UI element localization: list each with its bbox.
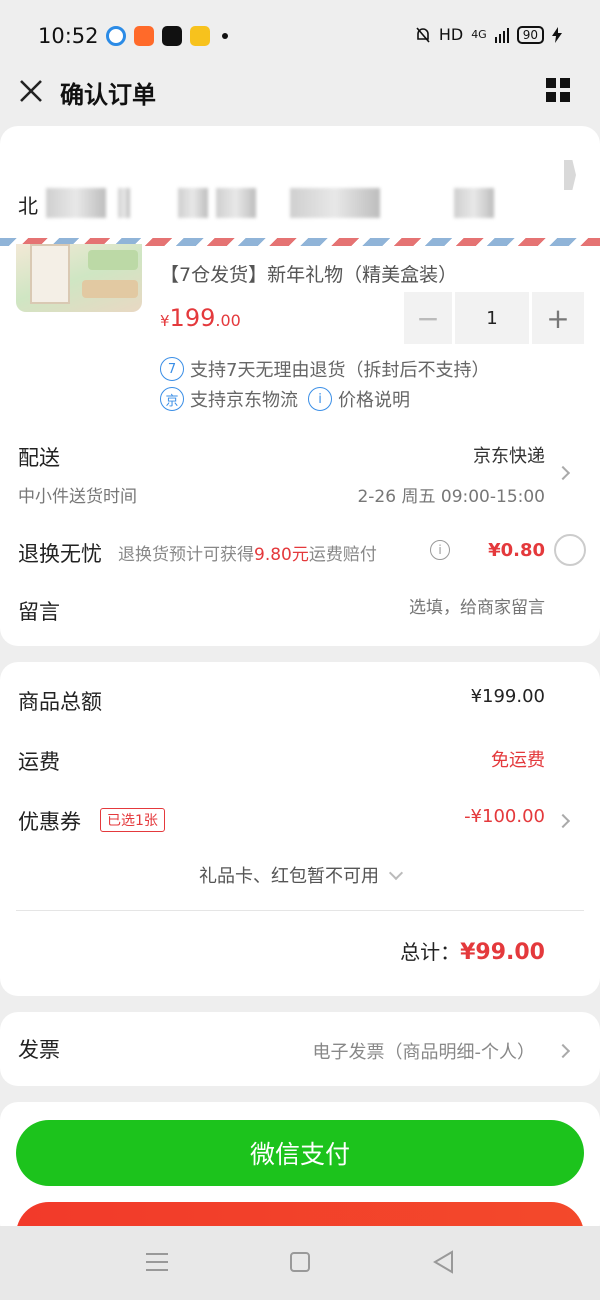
jd-icon: 京 [160,387,184,411]
info-icon[interactable]: i [308,387,332,411]
quantity-stepper: − 1 + [404,292,584,344]
chevron-right-icon[interactable] [555,1043,571,1059]
invoice-value[interactable]: 电子发票（商品明细-个人） [313,1038,536,1064]
return-worry-free-title: 退换无忧 [18,542,102,566]
coupon-label[interactable]: 优惠券 [18,806,81,836]
return-worry-free-desc: 退换货预计可获得9.80元运费赔付 [118,545,377,565]
return-worry-free-radio[interactable] [554,534,586,566]
return-policy: 7 支持7天无理由退货（拆封后不支持） [160,356,489,382]
wechat-pay-button[interactable]: 微信支付 [16,1120,584,1186]
status-app-icons [106,26,228,46]
home-icon[interactable] [290,1252,310,1272]
return-worry-free-price: ¥0.80 [488,540,545,561]
goods-total-label: 商品总额 [18,690,102,714]
jd-logistics-text: 支持京东物流 [190,390,298,411]
address-redacted [46,188,106,218]
order-card: 北 【7仓发货】新年礼物（精美盒装） ¥199.00 − 1 + 7 支持7天无… [0,126,600,646]
shipping-value: 免运费 [491,750,545,771]
chevron-down-icon[interactable] [388,865,404,881]
nav-bar: 确认订单 [0,70,600,126]
decrease-button[interactable]: − [404,292,452,344]
tiktok-icon [162,26,182,46]
mute-bell-icon [416,26,430,43]
price-explanation-link[interactable]: 价格说明 [338,386,410,412]
invoice-card[interactable]: 发票 电子发票（商品明细-个人） [0,1012,600,1086]
chevron-right-icon[interactable] [555,813,571,829]
address-text: 北 [18,194,38,218]
message-input[interactable] [285,598,545,618]
address-redacted [118,188,130,218]
grid-menu-icon[interactable] [546,78,570,102]
hd-label: HD [438,25,464,44]
payment-card: 微信支付 [0,1102,600,1268]
system-nav-bar [0,1226,600,1300]
jd-logistics: 京 支持京东物流 i 价格说明 [160,386,410,412]
page-title: 确认订单 [60,81,156,109]
increase-button[interactable]: + [532,292,584,344]
address-redacted [178,188,208,218]
battery-icon: 90 [516,25,544,44]
address-line[interactable]: 北 [18,188,538,218]
delivery-title[interactable]: 配送 [18,442,60,472]
amount-card: 商品总额 ¥199.00 运费 免运费 优惠券 已选1张 -¥100.00 礼品… [0,662,600,996]
message-icon [190,26,210,46]
delivery-method[interactable]: 京东快递 [473,442,545,468]
status-bar: 10:52 HD 4G 90 [0,0,600,70]
coupon-badge: 已选1张 [100,808,165,832]
app-notification-icon [106,26,126,46]
shipping-label: 运费 [18,750,60,774]
status-right: HD 4G 90 [415,25,562,44]
product-name[interactable]: 【7仓发货】新年礼物（精美盒装） [160,260,457,287]
address-redacted [290,188,380,218]
address-redacted [216,188,256,218]
close-icon[interactable] [18,78,44,104]
delivery-subtitle: 中小件送货时间 [18,487,137,507]
address-redacted [454,188,494,218]
coupon-value[interactable]: -¥100.00 [464,806,545,827]
charging-icon [552,26,562,43]
message-title: 留言 [18,600,60,624]
chevron-right-icon[interactable] [555,465,571,481]
order-total: 总计：¥99.00 [400,940,545,965]
gift-card-note[interactable]: 礼品卡、红包暂不可用 [0,862,600,888]
seven-day-icon: 7 [160,357,184,381]
status-time: 10:52 [38,24,99,48]
network-label: 4G [471,28,487,41]
invoice-title: 发票 [18,1038,60,1062]
quantity-value[interactable]: 1 [455,292,529,344]
product-price: ¥199.00 [160,304,241,332]
signal-icon [494,27,509,43]
delivery-time[interactable]: 2-26 周五 09:00-15:00 [357,482,545,507]
more-notifications-dot [222,33,228,39]
address-arrow-icon[interactable] [564,160,576,190]
divider [16,910,584,911]
goods-total-value: ¥199.00 [470,686,545,707]
product-image[interactable] [16,244,142,312]
app-notification-icon [134,26,154,46]
info-icon[interactable]: i [430,540,450,560]
return-policy-text: 支持7天无理由退货（拆封后不支持） [190,360,490,381]
recent-apps-icon[interactable] [146,1253,168,1271]
